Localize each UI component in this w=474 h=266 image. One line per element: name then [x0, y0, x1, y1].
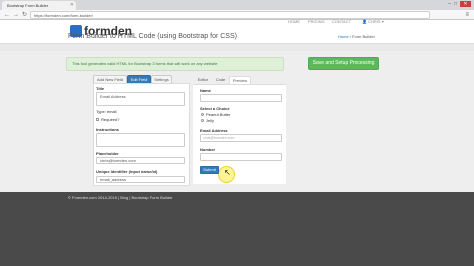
title-textarea[interactable]: Email Address	[96, 92, 185, 106]
browser-tab[interactable]: Bootstrap Form Builder ✕	[2, 1, 76, 10]
tab-preview[interactable]: Preview	[229, 76, 251, 84]
choice-label: Jelly	[206, 118, 215, 123]
info-alert: This tool generates valid HTML for Boots…	[66, 57, 284, 71]
preview-number-input[interactable]	[200, 153, 282, 161]
identifier-input[interactable]: email_address	[96, 176, 185, 183]
close-icon[interactable]: ✕	[70, 1, 74, 10]
submit-button[interactable]: Submit	[200, 166, 219, 174]
browser-tab-title: Bootstrap Form Builder	[7, 3, 49, 8]
identifier-label: Unique Identifier (input name/id)	[96, 169, 158, 174]
nav-user-menu[interactable]: 👤 CHRIS ▾	[362, 20, 384, 24]
footer-text: © Formden.com 2014-2015 | Blog | Bootstr…	[68, 195, 173, 200]
preview-email-label: Email Address	[200, 128, 228, 133]
nav-contact[interactable]: CONTACT	[332, 20, 351, 24]
chevron-down-icon: ▾	[381, 19, 384, 24]
type-label: Type: email	[96, 109, 117, 114]
tab-settings[interactable]: Settings	[151, 75, 172, 83]
title-label: Title	[96, 86, 105, 91]
required-checkbox[interactable]	[96, 118, 99, 122]
preview-choice-label: Select a Choice	[200, 106, 230, 111]
breadcrumb-home[interactable]: Home	[338, 34, 349, 39]
radio-icon	[201, 119, 204, 123]
placeholder-label: Placeholder	[96, 151, 119, 156]
preview-choice-2[interactable]: Jelly	[201, 118, 214, 123]
preview-name-label: Name	[200, 88, 211, 93]
breadcrumb-separator: /	[349, 34, 351, 39]
url-input[interactable]: https://formden.com/form-builder/	[30, 11, 430, 19]
user-icon: 👤	[362, 19, 367, 24]
forward-icon[interactable]: →	[13, 12, 22, 18]
title-band	[0, 44, 474, 51]
instructions-textarea[interactable]	[96, 133, 185, 147]
choice-label: Peanut Butter	[206, 112, 231, 117]
window-controls: –□ ✕	[448, 1, 471, 7]
preview-number-label: Number	[200, 147, 216, 152]
tab-edit-field[interactable]: Edit Field	[127, 75, 151, 83]
required-label: Required?	[101, 117, 120, 122]
save-and-setup-button[interactable]: Save and Setup Processing	[308, 57, 379, 70]
page-bottom	[0, 209, 474, 266]
browser-nav: ←→↻	[4, 11, 30, 19]
required-row: Required?	[96, 117, 119, 122]
breadcrumb: Home / Form Builder	[338, 34, 375, 39]
preview-email-input[interactable]: chris@formden.com	[200, 134, 282, 142]
tab-code[interactable]: Code	[212, 76, 229, 84]
close-window-icon[interactable]: ✕	[460, 1, 471, 7]
mouse-cursor-icon: ↖	[224, 168, 231, 177]
placeholder-input[interactable]: chris@formden.com	[96, 157, 185, 164]
tab-editor[interactable]: Editor	[194, 76, 212, 84]
menu-icon[interactable]: ≡	[465, 11, 469, 19]
nav-home[interactable]: HOME	[288, 20, 300, 24]
breadcrumb-current: Form Builder	[352, 34, 375, 39]
nav-pricing[interactable]: PRICING	[308, 20, 325, 24]
user-name: CHRIS	[368, 19, 381, 24]
preview-choice-1[interactable]: Peanut Butter	[201, 112, 230, 117]
radio-icon	[201, 113, 204, 117]
back-icon[interactable]: ←	[4, 12, 13, 18]
preview-name-input[interactable]	[200, 94, 282, 102]
reload-icon[interactable]: ↻	[22, 12, 30, 18]
tab-add-new-field[interactable]: Add New Field	[93, 75, 127, 83]
instructions-label: Instructions	[96, 127, 119, 132]
page-title: Form Builder to HTML Code (using Bootstr…	[68, 33, 237, 40]
